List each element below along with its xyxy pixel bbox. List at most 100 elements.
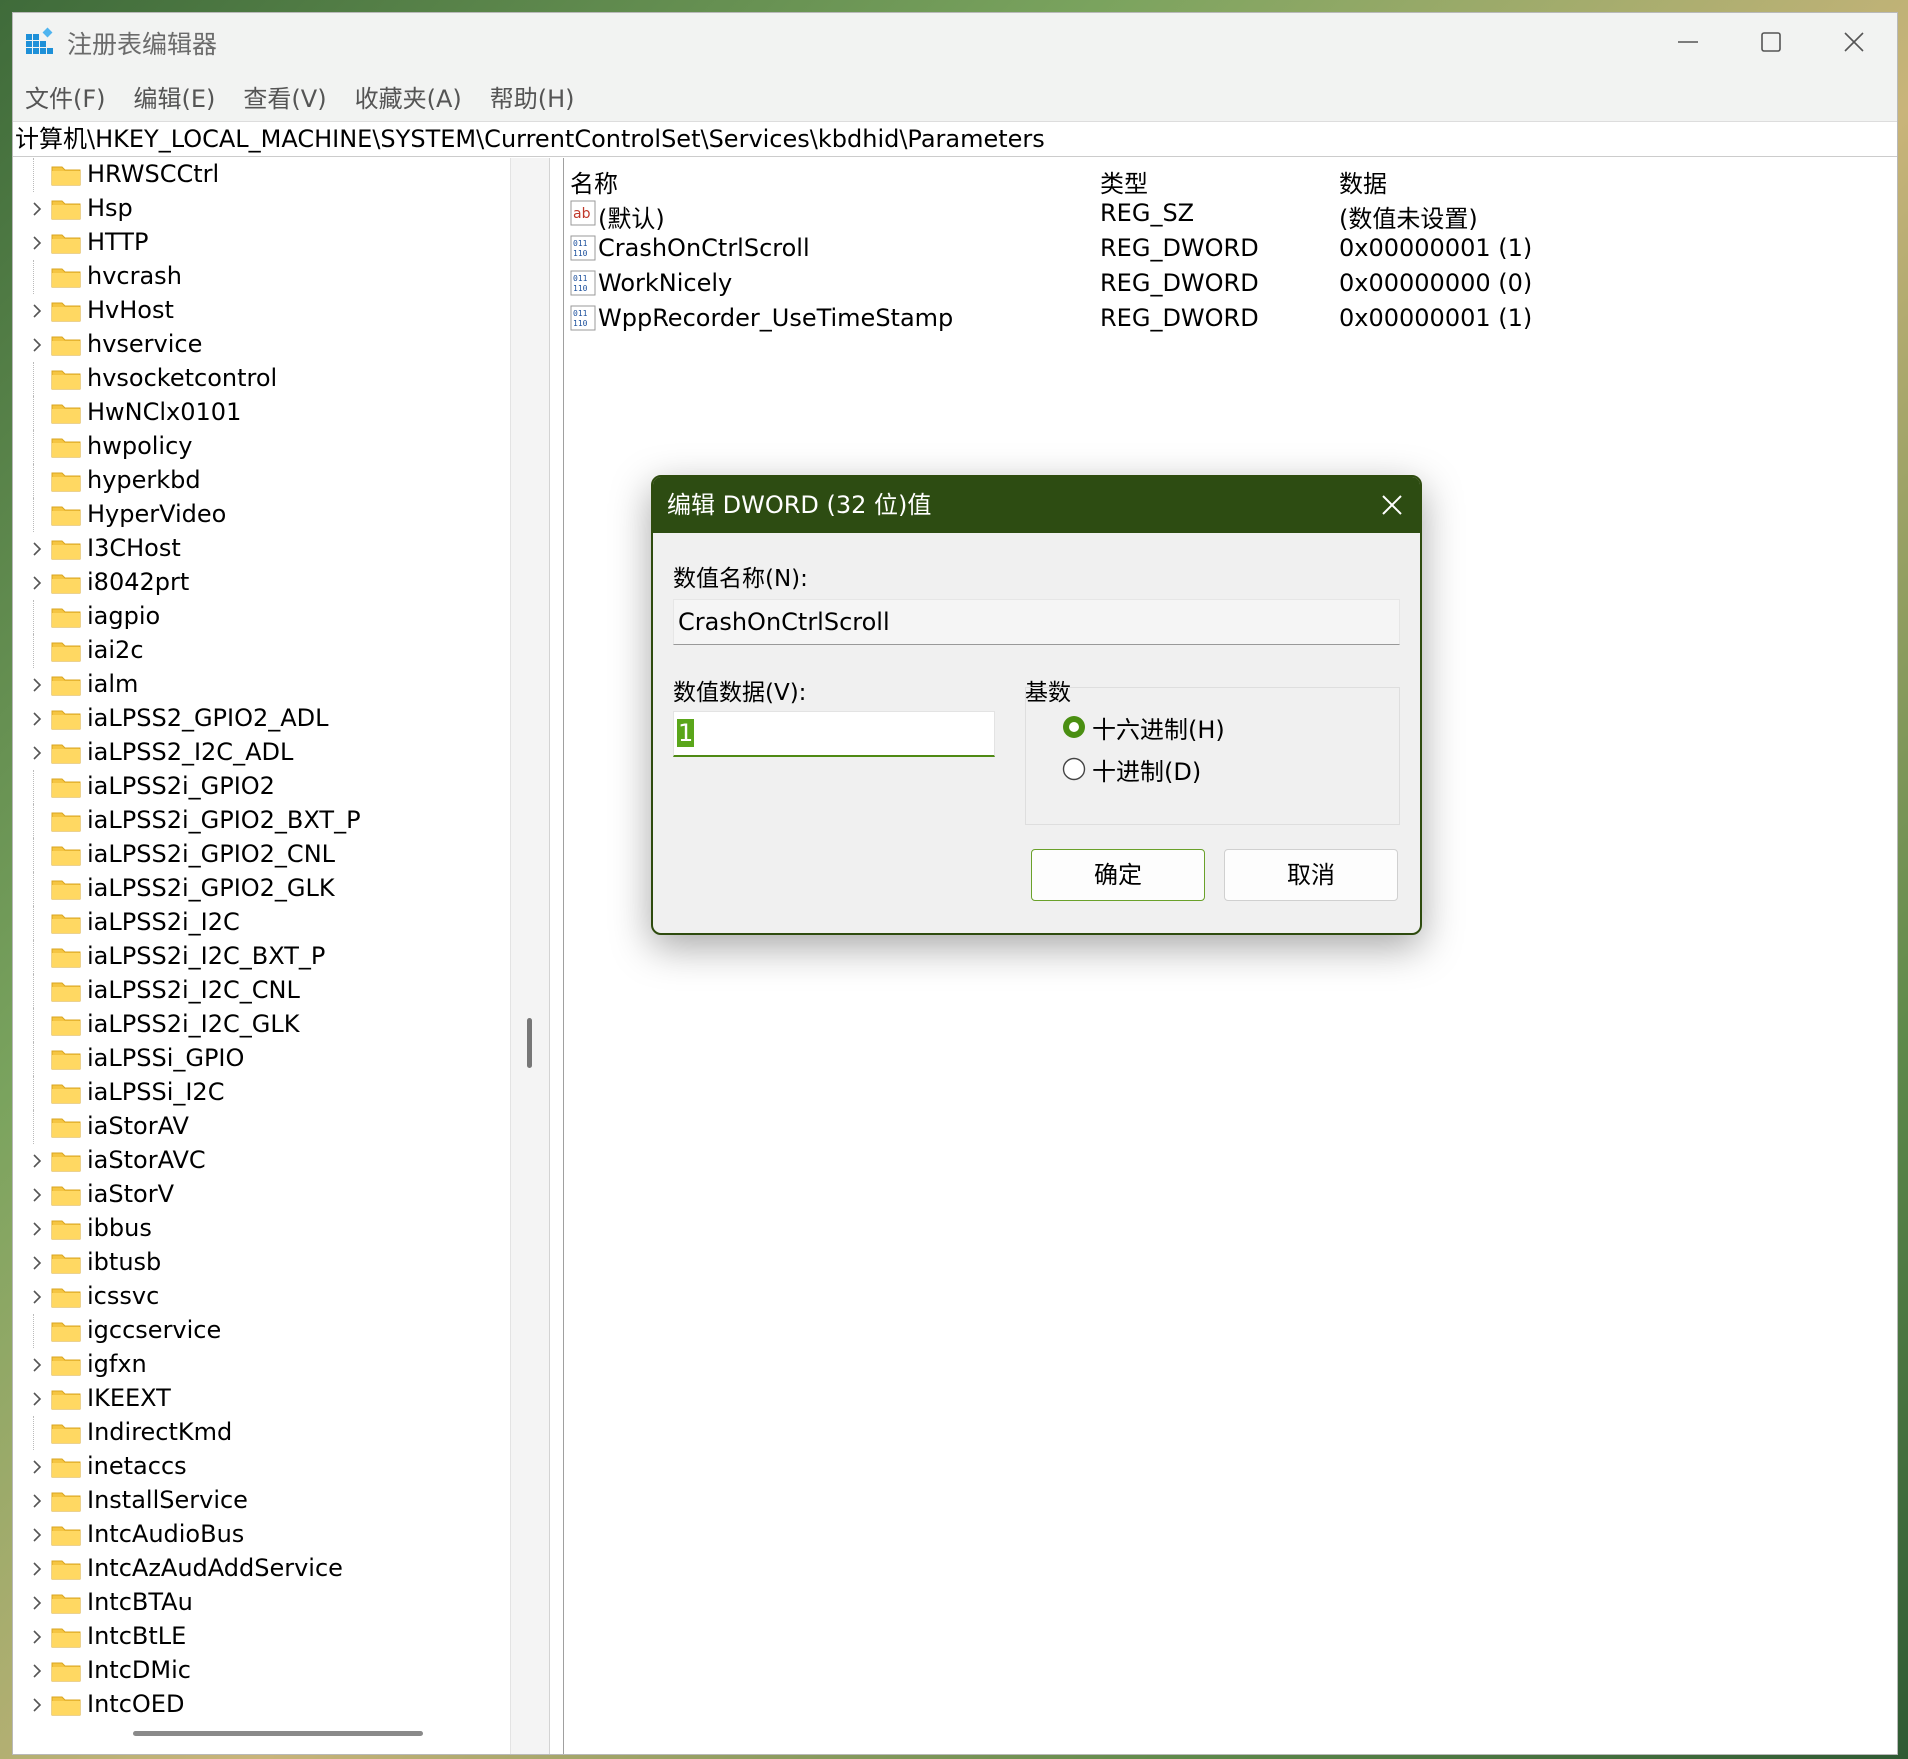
chevron-right-icon[interactable] [27, 1661, 47, 1681]
value-row[interactable]: 011 110 WorkNicely REG_DWORD 0x00000000 (0) [564, 266, 1894, 301]
tree-item[interactable]: Hsp [13, 192, 510, 226]
menu-file[interactable]: 文件(F) [25, 79, 106, 114]
tree-item[interactable]: icssvc [13, 1280, 510, 1314]
tree-item[interactable]: I3CHost [13, 532, 510, 566]
tree-item[interactable]: iaLPSS2i_GPIO2_CNL [13, 838, 510, 872]
tree-item[interactable]: IKEEXT [13, 1382, 510, 1416]
tree-item[interactable]: iaLPSS2i_GPIO2_BXT_P [13, 804, 510, 838]
tree-item[interactable]: iaStorAV [13, 1110, 510, 1144]
tree-item[interactable]: hvservice [13, 328, 510, 362]
tree-item[interactable]: iaLPSS2i_I2C [13, 906, 510, 940]
column-name[interactable]: 名称 [570, 164, 618, 199]
tree-item[interactable]: HTTP [13, 226, 510, 260]
tree-item[interactable]: HRWSCCtrl [13, 158, 510, 192]
tree-item[interactable]: IntcBTAu [13, 1586, 510, 1620]
radio-hex[interactable]: 十六进制(H) [1062, 712, 1225, 744]
tree-item[interactable]: ibbus [13, 1212, 510, 1246]
chevron-right-icon[interactable] [27, 743, 47, 763]
close-window-button[interactable] [1809, 13, 1899, 71]
radio-decimal-label: 十进制(D) [1092, 757, 1202, 786]
chevron-right-icon[interactable] [27, 709, 47, 729]
column-data[interactable]: 数据 [1339, 164, 1387, 199]
tree-item[interactable]: i8042prt [13, 566, 510, 600]
tree-item[interactable]: igccservice [13, 1314, 510, 1348]
chevron-right-icon[interactable] [27, 1593, 47, 1613]
tree-item[interactable]: ibtusb [13, 1246, 510, 1280]
tree-item[interactable]: IntcOED [13, 1688, 510, 1722]
tree-item[interactable]: iaLPSS2_I2C_ADL [13, 736, 510, 770]
folder-icon [51, 166, 81, 186]
chevron-right-icon[interactable] [27, 1491, 47, 1511]
tree-item[interactable]: hyperkbd [13, 464, 510, 498]
tree-item[interactable]: IntcDMic [13, 1654, 510, 1688]
chevron-right-icon[interactable] [27, 675, 47, 695]
tree-item[interactable]: iaLPSS2i_I2C_BXT_P [13, 940, 510, 974]
tree-item[interactable]: IndirectKmd [13, 1416, 510, 1450]
dialog-close-icon[interactable] [1378, 491, 1406, 519]
chevron-right-icon[interactable] [27, 1151, 47, 1171]
tree-vertical-scrollbar[interactable] [510, 158, 550, 1754]
tree-item[interactable]: iaLPSS2i_I2C_GLK [13, 1008, 510, 1042]
tree-item[interactable]: HvHost [13, 294, 510, 328]
chevron-right-icon[interactable] [27, 573, 47, 593]
chevron-right-icon[interactable] [27, 1219, 47, 1239]
value-data-input[interactable]: 1 [673, 711, 995, 757]
column-type[interactable]: 类型 [1100, 164, 1148, 199]
pane-splitter[interactable] [550, 158, 564, 1754]
chevron-right-icon[interactable] [27, 1389, 47, 1409]
tree-item[interactable]: iaStorV [13, 1178, 510, 1212]
tree-item[interactable]: HyperVideo [13, 498, 510, 532]
value-row[interactable]: 011 110 WppRecorder_UseTimeStamp REG_DWORD 0… [564, 301, 1894, 336]
menu-help[interactable]: 帮助(H) [490, 79, 575, 114]
tree-item[interactable]: hvsocketcontrol [13, 362, 510, 396]
tree-item[interactable]: igfxn [13, 1348, 510, 1382]
tree-item[interactable]: iai2c [13, 634, 510, 668]
tree-item[interactable]: hwpolicy [13, 430, 510, 464]
chevron-right-icon[interactable] [27, 1457, 47, 1477]
tree-horizontal-scrollbar[interactable] [133, 1731, 423, 1736]
tree-item[interactable]: iaStorAVC [13, 1144, 510, 1178]
chevron-right-icon[interactable] [27, 335, 47, 355]
menu-view[interactable]: 查看(V) [243, 79, 326, 114]
chevron-right-icon[interactable] [27, 1253, 47, 1273]
menu-edit[interactable]: 编辑(E) [134, 79, 216, 114]
tree-item[interactable]: IntcAudioBus [13, 1518, 510, 1552]
chevron-right-icon[interactable] [27, 1695, 47, 1715]
value-row[interactable]: ab (默认) REG_SZ (数值未设置) [564, 196, 1894, 233]
menu-favorites[interactable]: 收藏夹(A) [355, 79, 462, 114]
tree-item[interactable]: iaLPSS2i_I2C_CNL [13, 974, 510, 1008]
chevron-right-icon[interactable] [27, 301, 47, 321]
tree-item[interactable]: iaLPSS2i_GPIO2 [13, 770, 510, 804]
scrollbar-thumb[interactable] [527, 1018, 532, 1068]
tree-item[interactable]: iagpio [13, 600, 510, 634]
tree-item[interactable]: IntcAzAudAddService [13, 1552, 510, 1586]
chevron-right-icon[interactable] [27, 1355, 47, 1375]
folder-icon [51, 1118, 81, 1138]
chevron-right-icon[interactable] [27, 1185, 47, 1205]
chevron-right-icon[interactable] [27, 1287, 47, 1307]
tree-item[interactable]: iaLPSSi_GPIO [13, 1042, 510, 1076]
maximize-button[interactable] [1726, 13, 1816, 71]
chevron-right-icon[interactable] [27, 1627, 47, 1647]
ok-button[interactable]: 确定 [1031, 849, 1205, 901]
tree-item[interactable]: HwNClx0101 [13, 396, 510, 430]
address-bar[interactable]: 计算机\HKEY_LOCAL_MACHINE\SYSTEM\CurrentCon… [13, 121, 1897, 157]
minimize-button[interactable] [1643, 13, 1733, 71]
chevron-right-icon[interactable] [27, 1525, 47, 1545]
cancel-button[interactable]: 取消 [1224, 849, 1398, 901]
tree-connector [33, 464, 34, 498]
chevron-right-icon[interactable] [27, 233, 47, 253]
chevron-right-icon[interactable] [27, 1559, 47, 1579]
tree-item[interactable]: InstallService [13, 1484, 510, 1518]
tree-item[interactable]: iaLPSSi_I2C [13, 1076, 510, 1110]
tree-item[interactable]: inetaccs [13, 1450, 510, 1484]
tree-item[interactable]: IntcBtLE [13, 1620, 510, 1654]
chevron-right-icon[interactable] [27, 539, 47, 559]
tree-item[interactable]: iaLPSS2i_GPIO2_GLK [13, 872, 510, 906]
chevron-right-icon[interactable] [27, 199, 47, 219]
radio-decimal[interactable]: 十进制(D) [1062, 754, 1202, 786]
value-row[interactable]: 011 110 CrashOnCtrlScroll REG_DWORD 0x000000… [564, 231, 1894, 266]
tree-item[interactable]: iaLPSS2_GPIO2_ADL [13, 702, 510, 736]
tree-item[interactable]: ialm [13, 668, 510, 702]
tree-item[interactable]: hvcrash [13, 260, 510, 294]
